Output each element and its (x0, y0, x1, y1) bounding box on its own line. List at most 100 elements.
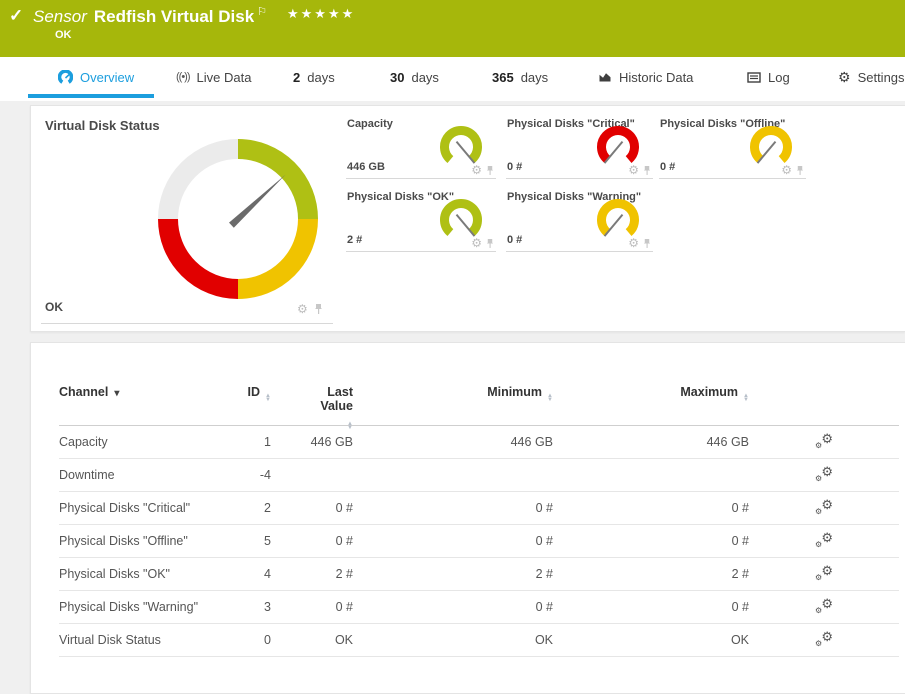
channel-maximum: OK (553, 633, 749, 647)
table-row: Virtual Disk Status 0 OK OK OK ⚙⚙ (59, 624, 899, 657)
column-header-channel[interactable]: Channel▾ (59, 385, 219, 399)
tab-overview[interactable]: Overview (58, 57, 134, 97)
pin-icon[interactable] (796, 165, 804, 176)
column-header-id[interactable]: ID▲▼ (219, 385, 271, 402)
divider (41, 323, 333, 324)
log-icon (747, 72, 761, 83)
mini-gauge: Capacity 446 GB ⚙ (346, 116, 496, 179)
mini-gauge: Physical Disks "Critical" 0 # ⚙ (506, 116, 653, 179)
mini-gauge-value: 446 GB (347, 161, 385, 173)
table-row: Physical Disks "Offline" 5 0 # 0 # 0 # ⚙… (59, 525, 899, 558)
column-header-minimum[interactable]: Minimum▲▼ (353, 385, 553, 402)
channel-name: Downtime (59, 468, 219, 482)
gauge-settings-icon[interactable]: ⚙ (471, 237, 482, 249)
mini-gauge-value: 0 # (507, 234, 522, 246)
channels-table: Channel▾ ID▲▼ Last Value▲▼ Minimum▲▼ Max… (59, 383, 899, 657)
tab-label: days (521, 70, 548, 85)
channel-settings-icon[interactable]: ⚙⚙ (815, 631, 833, 647)
channel-last-value: 0 # (271, 600, 353, 614)
tab-bar: Overview ((•)) Live Data 2 days 30 days … (0, 57, 905, 101)
tab-live-data[interactable]: ((•)) Live Data (176, 57, 251, 97)
priority-stars[interactable]: ★★★★★ (287, 6, 355, 22)
tab-label: days (307, 70, 334, 85)
table-row: Physical Disks "Warning" 3 0 # 0 # 0 # ⚙… (59, 591, 899, 624)
tab-historic-data[interactable]: Historic Data (598, 57, 693, 97)
channel-last-value: 0 # (271, 501, 353, 515)
channel-settings-icon[interactable]: ⚙⚙ (815, 565, 833, 581)
mini-gauge-value: 2 # (347, 234, 362, 246)
active-tab-indicator (28, 94, 154, 98)
pin-icon[interactable] (643, 238, 651, 249)
channel-maximum: 0 # (553, 501, 749, 515)
status-check-icon: ✓ (9, 6, 23, 26)
sensor-title-line: SensorRedfish Virtual Disk⚐ (33, 5, 267, 27)
table-header: Channel▾ ID▲▼ Last Value▲▼ Minimum▲▼ Max… (59, 383, 899, 426)
channel-id: 3 (219, 600, 271, 614)
pin-icon[interactable] (486, 165, 494, 176)
channel-id: 1 (219, 435, 271, 449)
sensor-header: ✓ SensorRedfish Virtual Disk⚐ ★★★★★ OK (0, 0, 905, 57)
gauge-settings-icon[interactable]: ⚙ (781, 164, 792, 176)
gauges-panel: Virtual Disk Status OK ⚙ Capacity 446 GB… (30, 105, 905, 332)
object-kind-label: Sensor (33, 7, 87, 26)
tab-label: Overview (80, 70, 134, 85)
channel-id: 2 (219, 501, 271, 515)
channel-settings-icon[interactable]: ⚙⚙ (815, 532, 833, 548)
gauge-settings-icon[interactable]: ⚙ (628, 164, 639, 176)
channel-name: Physical Disks "Warning" (59, 600, 219, 614)
mini-gauge-value: 0 # (507, 161, 522, 173)
table-row: Downtime -4 ⚙⚙ (59, 459, 899, 492)
table-body: Capacity 1 446 GB 446 GB 446 GB ⚙⚙ Downt… (59, 426, 899, 657)
channel-settings-icon[interactable]: ⚙⚙ (815, 466, 833, 482)
tab-2-days[interactable]: 2 days (293, 57, 335, 97)
channel-settings-icon[interactable]: ⚙⚙ (815, 433, 833, 449)
table-row: Physical Disks "OK" 4 2 # 2 # 2 # ⚙⚙ (59, 558, 899, 591)
gear-icon: ⚙ (838, 70, 851, 84)
gauge-settings-icon[interactable]: ⚙ (628, 237, 639, 249)
status-gauge-value: OK (45, 300, 63, 314)
column-header-maximum[interactable]: Maximum▲▼ (553, 385, 749, 402)
gauge-icon (58, 70, 73, 85)
channel-settings-icon[interactable]: ⚙⚙ (815, 598, 833, 614)
channel-last-value: 446 GB (271, 435, 353, 449)
pin-icon[interactable] (314, 303, 323, 315)
pin-icon[interactable] (643, 165, 651, 176)
tab-365-days[interactable]: 365 days (492, 57, 548, 97)
gauge-settings-icon[interactable]: ⚙ (471, 164, 482, 176)
tab-label: Live Data (197, 70, 252, 85)
tab-label: Settings (858, 70, 905, 85)
mini-gauge-title: Capacity (347, 118, 393, 130)
column-header-last-value[interactable]: Last Value▲▼ (271, 385, 353, 430)
status-gauge-title: Virtual Disk Status (45, 118, 160, 133)
mini-gauge-value: 0 # (660, 161, 675, 173)
table-row: Physical Disks "Critical" 2 0 # 0 # 0 # … (59, 492, 899, 525)
channel-name: Physical Disks "OK" (59, 567, 219, 581)
sort-icon: ▲▼ (347, 422, 353, 430)
channel-name: Physical Disks "Offline" (59, 534, 219, 548)
channels-panel: Channel▾ ID▲▼ Last Value▲▼ Minimum▲▼ Max… (30, 342, 905, 694)
tab-settings[interactable]: ⚙ Settings (838, 57, 905, 97)
channel-id: 0 (219, 633, 271, 647)
channel-minimum: 446 GB (353, 435, 553, 449)
tab-label: Log (768, 70, 790, 85)
pin-icon[interactable] (486, 238, 494, 249)
channel-maximum: 0 # (553, 534, 749, 548)
channel-id: 5 (219, 534, 271, 548)
channel-maximum: 0 # (553, 600, 749, 614)
channel-last-value: 0 # (271, 534, 353, 548)
channel-last-value: 2 # (271, 567, 353, 581)
status-gauge-dial (153, 134, 323, 304)
channel-id: 4 (219, 567, 271, 581)
area-chart-icon (598, 71, 612, 83)
channel-name: Physical Disks "Critical" (59, 501, 219, 515)
prtg-sensor-page: ✓ SensorRedfish Virtual Disk⚐ ★★★★★ OK O… (0, 0, 905, 694)
channel-settings-icon[interactable]: ⚙⚙ (815, 499, 833, 515)
gauge-settings-icon[interactable]: ⚙ (297, 303, 308, 315)
channel-id: -4 (219, 468, 271, 482)
channel-minimum: 0 # (353, 534, 553, 548)
broadcast-icon: ((•)) (176, 71, 190, 83)
tab-log[interactable]: Log (747, 57, 790, 97)
tab-30-days[interactable]: 30 days (390, 57, 439, 97)
channel-minimum: 2 # (353, 567, 553, 581)
channel-minimum: 0 # (353, 501, 553, 515)
